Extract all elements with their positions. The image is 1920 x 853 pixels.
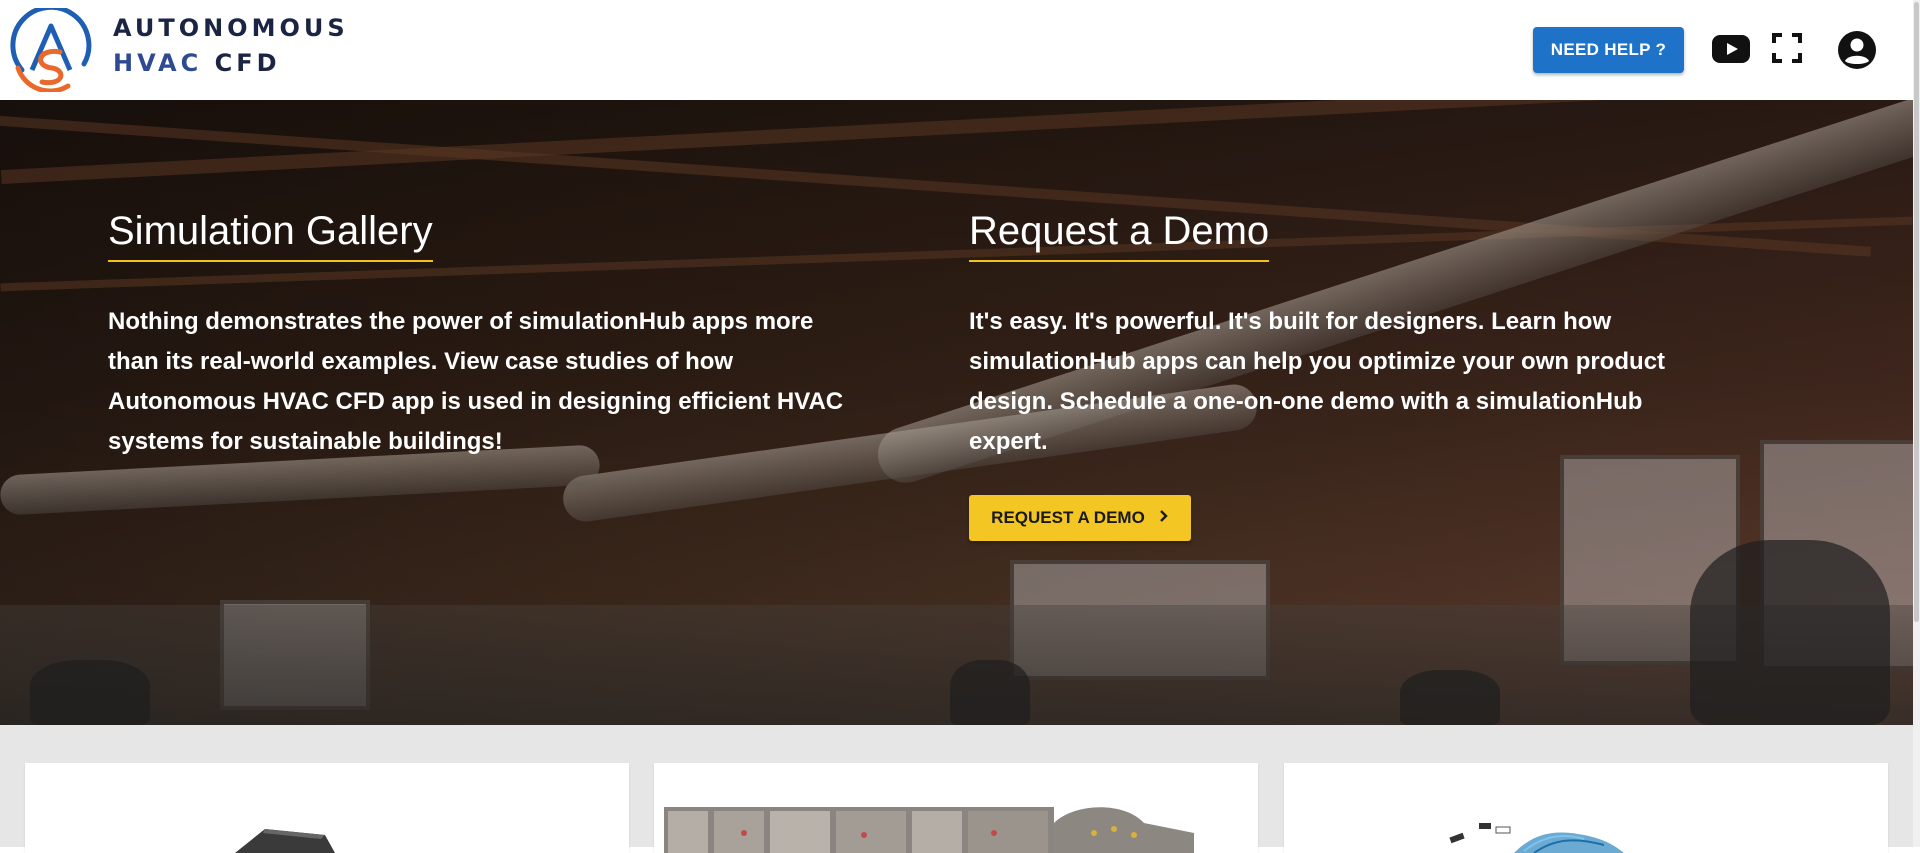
simulation-gallery-title: Simulation Gallery — [108, 208, 433, 262]
request-demo-button[interactable]: REQUEST A DEMO — [969, 495, 1191, 541]
gallery-card[interactable] — [25, 763, 629, 853]
gallery-card[interactable] — [654, 763, 1258, 853]
request-demo-button-label: REQUEST A DEMO — [991, 508, 1145, 527]
brand-name: AUTONOMOUS HVAC CFD — [113, 13, 349, 83]
brand-line-1: AUTONOMOUS — [113, 14, 349, 42]
request-demo-section: Request a Demo It's easy. It's powerful.… — [969, 208, 1669, 541]
request-demo-description: It's easy. It's powerful. It's built for… — [969, 308, 1666, 455]
brand-line-2: HVAC CFD — [113, 43, 349, 83]
simulation-gallery-description: Nothing demonstrates the power of simula… — [108, 302, 848, 462]
chevron-right-icon — [1159, 508, 1169, 528]
gallery-text-app-name: Autonomous HVAC CFD — [108, 388, 385, 415]
brand-cfd: CFD — [214, 49, 281, 77]
fullscreen-icon[interactable] — [1770, 31, 1804, 65]
simulation-gallery-section: Simulation Gallery Nothing demonstrates … — [108, 208, 848, 462]
need-help-button[interactable]: NEED HELP ? — [1533, 27, 1684, 73]
youtube-icon[interactable] — [1711, 34, 1751, 64]
cfd-streamline-thumbnail — [1449, 823, 1624, 853]
hero-banner: Simulation Gallery Nothing demonstrates … — [0, 100, 1913, 725]
floor-plan-thumbnail — [664, 807, 1194, 853]
building-model-thumbnail — [235, 829, 335, 853]
brand-logo[interactable] — [8, 4, 94, 94]
page-scrollbar-thumb[interactable] — [1914, 2, 1919, 622]
account-icon[interactable] — [1836, 29, 1878, 71]
gallery-text-part-1: Nothing demonstrates the power of simula… — [108, 308, 814, 375]
gallery-card[interactable] — [1284, 763, 1888, 853]
brand-hvac: HVAC — [113, 49, 203, 77]
request-demo-title: Request a Demo — [969, 208, 1270, 262]
gallery-grid — [0, 725, 1913, 853]
top-header: AUTONOMOUS HVAC CFD NEED HELP ? — [0, 0, 1913, 100]
